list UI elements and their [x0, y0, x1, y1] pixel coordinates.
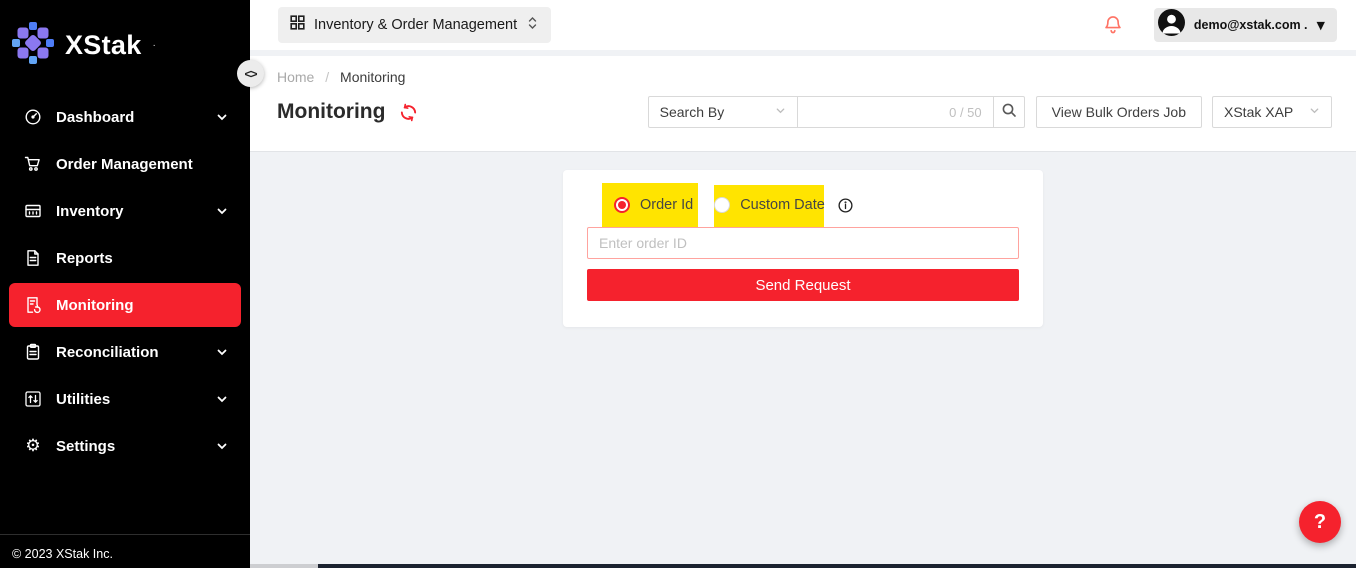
cart-icon [24, 155, 42, 173]
reports-icon [24, 249, 42, 267]
chevron-down-icon [216, 205, 228, 217]
page-header: Home / Monitoring Monitoring Search By [250, 56, 1356, 152]
send-request-button[interactable]: Send Request [587, 269, 1019, 301]
chevron-down-icon [216, 111, 228, 123]
chevron-down-icon [216, 440, 228, 452]
breadcrumb: Home / Monitoring [277, 56, 1332, 85]
dropdown-caret-icon: ▼ [1317, 19, 1325, 32]
search-char-counter: 0 / 50 [949, 105, 982, 120]
bottom-scrollbar[interactable] [318, 564, 1356, 568]
refresh-icon[interactable] [399, 103, 418, 122]
search-mode-radio-group: Order Id Custom Date [587, 183, 1019, 227]
sidebar-item-reports[interactable]: Reports [9, 236, 241, 280]
chevron-down-icon [216, 346, 228, 358]
order-id-radio[interactable] [614, 197, 630, 213]
search-by-select[interactable]: Search By [648, 96, 798, 128]
updown-caret-icon [526, 16, 539, 35]
page-title: Monitoring [277, 100, 385, 124]
chevron-down-icon [1309, 103, 1320, 121]
sidebar-item-dashboard[interactable]: Dashboard [9, 95, 241, 139]
custom-date-radio-label[interactable]: Custom Date [740, 197, 825, 213]
info-icon[interactable] [838, 198, 853, 213]
content-area: Order Id Custom Date Send Request [250, 152, 1356, 568]
breadcrumb-separator: / [325, 69, 329, 85]
sidebar-item-inventory[interactable]: Inventory [9, 189, 241, 233]
sidebar-item-utilities[interactable]: Utilities [9, 377, 241, 421]
utilities-icon [24, 390, 42, 408]
inventory-icon [24, 202, 42, 220]
brand-logo: XStak · [0, 0, 250, 78]
chevron-down-icon [216, 393, 228, 405]
sidebar-item-monitoring[interactable]: Monitoring [9, 283, 241, 327]
dashboard-icon [24, 108, 42, 126]
monitoring-icon [24, 296, 42, 314]
order-id-input[interactable] [587, 227, 1019, 259]
main-area: Inventory & Order Management demo@xstak.… [250, 0, 1356, 568]
notifications-bell-icon[interactable] [1102, 14, 1124, 36]
search-input-wrap: 0 / 50 [797, 96, 994, 128]
search-button[interactable] [993, 96, 1025, 128]
view-bulk-orders-job-button[interactable]: View Bulk Orders Job [1036, 96, 1202, 128]
grid-icon [290, 15, 305, 35]
sidebar-item-order-management[interactable]: Order Management [9, 142, 241, 186]
search-input[interactable] [809, 104, 949, 120]
user-menu[interactable]: demo@xstak.com . ▼ [1154, 8, 1337, 42]
xstak-logo-icon [10, 20, 56, 71]
sidebar-item-reconciliation[interactable]: Reconciliation [9, 330, 241, 374]
app-switcher-button[interactable]: Inventory & Order Management [278, 7, 551, 43]
sidebar-item-settings[interactable]: ⚙ Settings [9, 424, 241, 468]
monitoring-request-card: Order Id Custom Date Send Request [563, 170, 1043, 327]
brand-trademark-dot: · [153, 40, 156, 51]
breadcrumb-current: Monitoring [340, 69, 405, 85]
help-button[interactable]: ? [1299, 501, 1341, 543]
scrollbar-corner [250, 564, 318, 568]
gear-icon: ⚙ [24, 437, 42, 455]
user-email: demo@xstak.com . [1194, 18, 1308, 32]
workspace-select[interactable]: XStak XAP [1212, 96, 1332, 128]
sidebar-collapse-toggle[interactable]: <> [237, 60, 264, 87]
chevron-down-icon [775, 103, 786, 121]
topbar: Inventory & Order Management demo@xstak.… [250, 0, 1356, 50]
sidebar: XStak · Dashboard Order Management Inven… [0, 0, 250, 568]
brand-name: XStak [65, 30, 142, 61]
order-id-radio-label[interactable]: Order Id [640, 197, 693, 213]
app-switcher-label: Inventory & Order Management [314, 17, 517, 33]
toolbar: Search By 0 / 50 View Bulk Orders Job [648, 96, 1332, 128]
breadcrumb-home[interactable]: Home [277, 69, 314, 85]
copyright-footer: © 2023 XStak Inc. [0, 534, 250, 568]
sidebar-menu: Dashboard Order Management Inventory [0, 78, 250, 468]
avatar [1158, 9, 1185, 41]
reconciliation-icon [24, 343, 42, 361]
search-icon [1001, 102, 1017, 123]
